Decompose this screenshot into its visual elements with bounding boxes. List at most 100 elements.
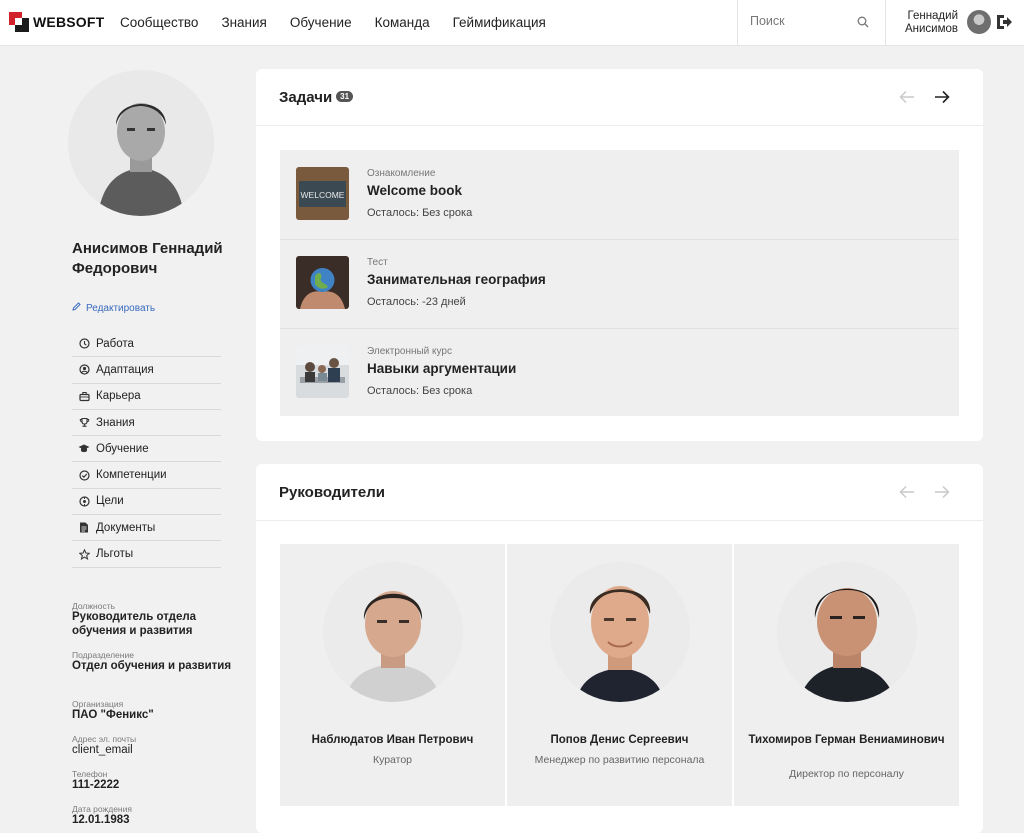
check-circle-icon	[78, 469, 90, 481]
search-box	[737, 0, 886, 46]
menu-item-competencies[interactable]: Компетенции	[72, 462, 221, 489]
menu-item-label: Льготы	[96, 548, 134, 561]
managers-grid: Наблюдатов Иван Петрович Куратор Попов Д…	[280, 544, 959, 806]
tasks-card: Задачи 31 WELCOME Ознакомление Welcome bo…	[256, 69, 983, 441]
manager-role: Директор по персоналу	[789, 768, 904, 780]
menu-item-goals[interactable]: Цели	[72, 489, 221, 516]
manager-role: Куратор	[372, 754, 413, 766]
info-value: 111-2222	[72, 779, 120, 791]
manager-card[interactable]: Попов Денис Сергеевич Менеджер по развит…	[507, 544, 732, 806]
profile-menu: Работа Адаптация Карьера Знания Обучение…	[72, 331, 221, 568]
info-phone: Телефон 111-2222	[72, 769, 232, 793]
manager-name[interactable]: Попов Денис Сергеевич	[517, 733, 722, 748]
nav-item-gamification[interactable]: Геймификация	[453, 15, 546, 30]
info-birthdate: Дата рождения 12.01.1983	[72, 804, 232, 828]
info-label: Подразделение	[72, 650, 134, 660]
thumb-welcome-text: WELCOME	[301, 190, 345, 200]
websoft-logo[interactable]: WEBSOFT	[9, 12, 104, 32]
manager-name[interactable]: Тихомиров Герман Вениаминович	[744, 733, 949, 748]
target-icon	[78, 495, 90, 507]
user-circle-icon	[78, 364, 90, 376]
next-arrow-icon[interactable]	[934, 90, 950, 109]
pencil-icon	[72, 302, 81, 314]
current-user-name[interactable]: Геннадий Анисимов	[900, 10, 958, 36]
menu-item-label: Цели	[96, 495, 124, 508]
next-arrow-icon[interactable]	[934, 485, 950, 504]
managers-title: Руководители	[279, 484, 385, 501]
task-title[interactable]: Занимательная география	[367, 272, 546, 287]
task-thumbnail: WELCOME	[296, 167, 349, 220]
menu-item-label: Обучение	[96, 442, 149, 455]
info-value: ПАО "Феникс"	[72, 709, 154, 721]
nav-item-knowledge[interactable]: Знания	[221, 15, 266, 30]
menu-item-career[interactable]: Карьера	[72, 384, 221, 410]
info-label: Должность	[72, 601, 116, 611]
menu-item-label: Знания	[96, 416, 135, 429]
top-navigation-bar: WEBSOFT Сообщество Знания Обучение Коман…	[0, 0, 1024, 46]
prev-arrow-icon[interactable]	[899, 90, 915, 109]
managers-card: Руководители Наблюдатов Иван Петрович Ку…	[256, 464, 983, 833]
menu-item-label: Документы	[96, 521, 156, 534]
menu-item-knowledge[interactable]: Знания	[72, 410, 221, 437]
menu-item-documents[interactable]: Документы	[72, 515, 221, 542]
edit-profile-link[interactable]: Редактировать	[72, 302, 155, 314]
main-nav: Сообщество Знания Обучение Команда Гейми…	[120, 15, 546, 30]
tasks-list: WELCOME Ознакомление Welcome book Остало…	[280, 150, 959, 416]
manager-name[interactable]: Наблюдатов Иван Петрович	[290, 733, 495, 748]
manager-photo	[322, 562, 463, 702]
menu-item-benefits[interactable]: Льготы	[72, 541, 221, 568]
nav-item-learning[interactable]: Обучение	[290, 15, 352, 30]
manager-card[interactable]: Наблюдатов Иван Петрович Куратор	[280, 544, 505, 806]
task-title[interactable]: Welcome book	[367, 183, 462, 198]
clock-icon	[78, 338, 90, 350]
nav-item-team[interactable]: Команда	[375, 15, 430, 30]
nav-item-community[interactable]: Сообщество	[120, 15, 198, 30]
tasks-card-header: Задачи 31	[256, 69, 983, 126]
manager-photo	[776, 562, 917, 702]
search-icon[interactable]	[857, 15, 869, 33]
tasks-count-badge: 31	[336, 90, 354, 102]
profile-full-name: Анисимов Геннадий Федорович	[72, 240, 223, 277]
task-item[interactable]: Электронный курс Навыки аргументации Ост…	[280, 328, 959, 417]
tasks-title: Задачи 31	[279, 89, 354, 106]
info-value: Отдел обучения и развития	[72, 660, 232, 672]
info-department: Подразделение Отдел обучения и развития	[72, 650, 232, 674]
task-item[interactable]: Тест Занимательная география Осталось: -…	[280, 239, 959, 328]
profile-photo	[68, 70, 214, 216]
user-first-name: Геннадий	[907, 10, 958, 22]
graduation-cap-icon	[78, 443, 90, 455]
task-remaining: Осталось: Без срока	[367, 385, 473, 397]
logout-icon[interactable]	[995, 13, 1013, 36]
prev-arrow-icon[interactable]	[899, 485, 915, 504]
task-title[interactable]: Навыки аргументации	[367, 361, 516, 376]
info-position: Должность Руководитель отдела обучения и…	[72, 601, 232, 638]
menu-item-label: Компетенции	[96, 469, 167, 482]
menu-item-label: Работа	[96, 337, 134, 350]
task-thumbnail	[296, 345, 349, 398]
edit-profile-label: Редактировать	[86, 302, 156, 314]
menu-item-label: Карьера	[96, 390, 141, 403]
menu-item-adaptation[interactable]: Адаптация	[72, 357, 221, 384]
task-type: Тест	[367, 257, 388, 268]
search-input[interactable]	[750, 14, 850, 28]
info-label: Дата рождения	[72, 804, 132, 814]
managers-card-header: Руководители	[256, 464, 983, 521]
info-label: Организация	[72, 699, 124, 709]
manager-role: Менеджер по развитию персонала	[534, 754, 705, 766]
manager-card[interactable]: Тихомиров Герман Вениаминович Директор п…	[734, 544, 959, 806]
task-remaining: Осталось: Без срока	[367, 207, 473, 219]
menu-item-label: Адаптация	[96, 363, 154, 376]
menu-item-learning[interactable]: Обучение	[72, 436, 221, 463]
info-label: Адрес эл. почты	[72, 734, 137, 744]
info-value: 12.01.1983	[72, 814, 130, 826]
info-email: Адрес эл. почты client_email	[72, 734, 232, 758]
menu-item-work[interactable]: Работа	[72, 331, 221, 358]
task-remaining: Осталось: -23 дней	[367, 296, 466, 308]
task-item[interactable]: WELCOME Ознакомление Welcome book Остало…	[280, 150, 959, 239]
task-thumbnail	[296, 256, 349, 309]
user-avatar[interactable]	[967, 10, 991, 34]
user-last-name: Анисимов	[904, 23, 958, 35]
info-organization: Организация ПАО "Феникс"	[72, 699, 232, 723]
websoft-logo-mark-icon	[9, 12, 29, 32]
star-icon	[78, 548, 90, 560]
